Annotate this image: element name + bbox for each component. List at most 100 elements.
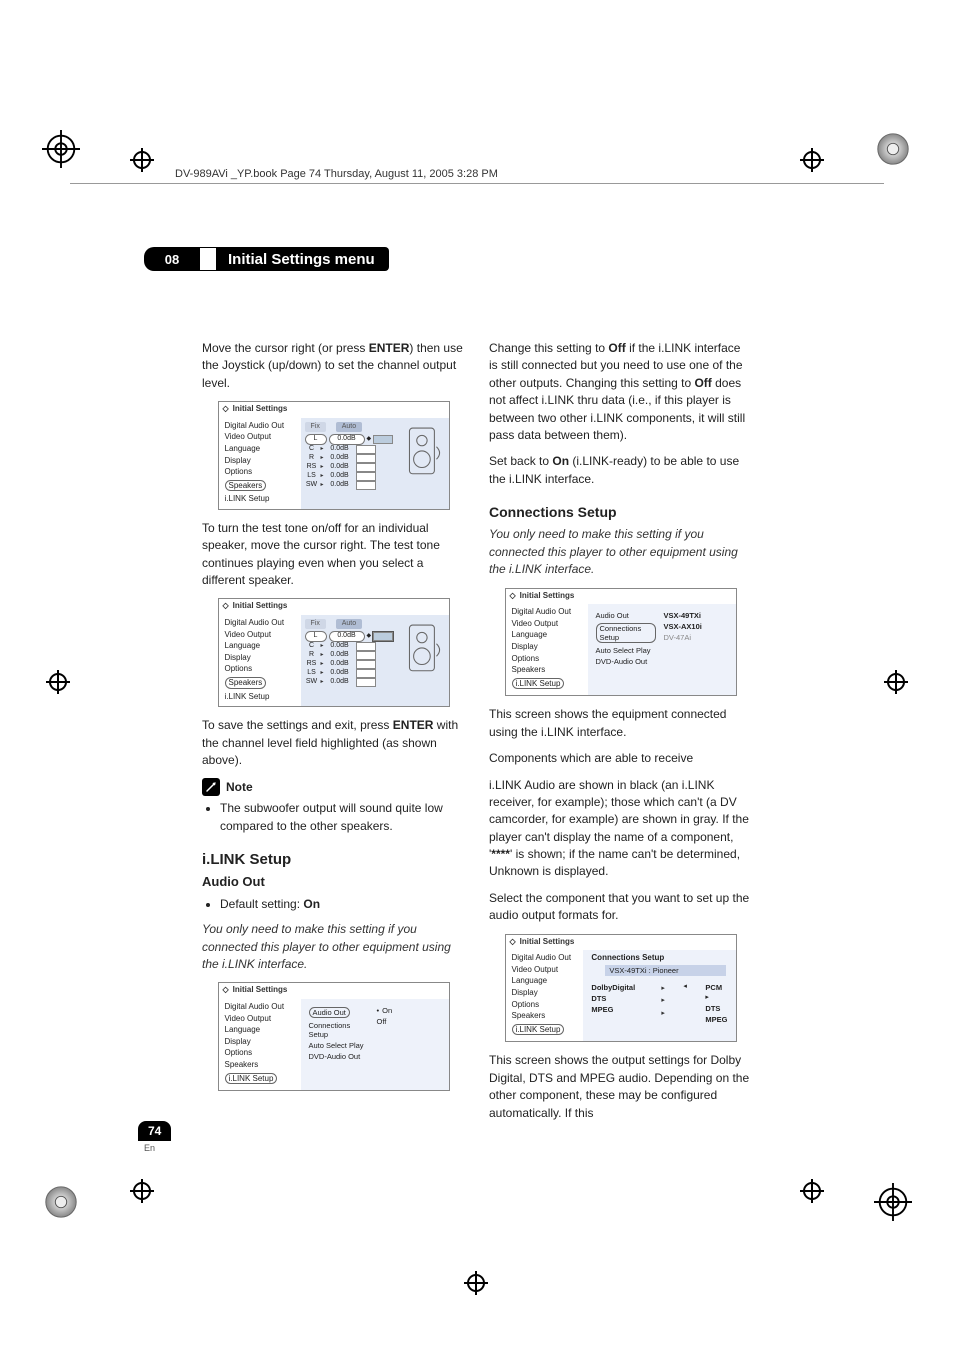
ch: RS: [305, 463, 319, 471]
lvl: 0.0dB: [326, 472, 354, 480]
sidebar-item: Digital Audio Out: [223, 420, 297, 432]
option-on: On: [382, 1006, 392, 1015]
fix-label: Fix: [305, 422, 326, 432]
right-p3: You only need to make this setting if yo…: [489, 526, 752, 578]
sidebar-item-selected: i.LINK Setup: [512, 1024, 565, 1036]
lvl: 0.0dB: [326, 660, 354, 668]
lvl: 0.0dB: [326, 463, 354, 471]
sidebar-item: Video Output: [510, 618, 584, 630]
auto-label: Auto: [336, 422, 362, 432]
cross-left: [46, 670, 70, 694]
cross-right: [884, 670, 908, 694]
subsection-audio-out: Audio Out: [202, 873, 465, 892]
sidebar-item: Language: [510, 629, 584, 641]
right-p5: Components which are able to receive: [489, 750, 752, 767]
header-filename: DV-989AVi _YP.book Page 74 Thursday, Aug…: [175, 168, 498, 180]
value-off: Off: [694, 376, 711, 390]
mini-sidebar: Digital Audio Out Video Output Language …: [219, 418, 301, 509]
regmark-bl: [42, 1183, 80, 1221]
left-p4: You only need to make this setting if yo…: [202, 921, 465, 973]
tt: [356, 669, 376, 678]
tt: [356, 642, 376, 651]
right-p1: Change this setting to Off if the i.LINK…: [489, 340, 752, 444]
lvl: 0.0dB: [326, 445, 354, 453]
sidebar-item-selected: i.LINK Setup: [512, 678, 565, 690]
cross-bottom: [464, 1271, 488, 1295]
right-p4: This screen shows the equipment connecte…: [489, 706, 752, 741]
left-p3: To save the settings and exit, press ENT…: [202, 717, 465, 769]
section-ilink-setup: i.LINK Setup: [202, 849, 465, 871]
fmt: PCM: [705, 983, 722, 992]
tt: [356, 651, 376, 660]
sidebar-item-selected: Speakers: [225, 480, 267, 492]
menu-item: DVD-Audio Out: [596, 656, 656, 667]
regmark-br: [874, 1183, 912, 1221]
right-column: Change this setting to Off if the i.LINK…: [489, 340, 752, 1131]
menu-item: Connections Setup: [309, 1020, 369, 1040]
conn-item-gray: DV-47Ai: [664, 632, 728, 643]
right-p6: i.LINK Audio are shown in black (an i.LI…: [489, 777, 752, 881]
fmt: DolbyDigital: [591, 983, 635, 992]
ch: R: [305, 454, 319, 462]
fmt: MPEG: [705, 1015, 727, 1024]
tt: [356, 463, 376, 472]
value-on: On: [303, 897, 320, 911]
sidebar-item: i.LINK Setup: [223, 691, 297, 703]
disc-icon: ◇: [223, 985, 229, 995]
mini-title: Initial Settings: [520, 937, 575, 947]
disc-icon: ◇: [223, 601, 229, 611]
fix-label: Fix: [305, 619, 326, 629]
sidebar-item: Options: [510, 999, 580, 1011]
chapter-bar: 08 Initial Settings menu: [144, 245, 389, 273]
tt: [356, 472, 376, 481]
sidebar-item: Display: [223, 455, 297, 467]
menu-item-selected: Connections Setup: [596, 623, 656, 643]
chapter-title: Initial Settings menu: [216, 247, 389, 271]
sidebar-item: Language: [223, 443, 297, 455]
sidebar-item-selected: i.LINK Setup: [225, 1073, 278, 1085]
sidebar-item: Video Output: [223, 1013, 297, 1025]
right-p7: Select the component that you want to se…: [489, 890, 752, 925]
fmt: MPEG: [591, 1005, 613, 1014]
mini-ilink-audio-out: ◇Initial Settings Digital Audio Out Vide…: [218, 982, 450, 1091]
left-p1: Move the cursor right (or press ENTER) t…: [202, 340, 465, 392]
sidebar-item: Video Output: [223, 629, 297, 641]
sidebar-item: Options: [223, 663, 297, 675]
ch: R: [305, 651, 319, 659]
sidebar-item: Display: [223, 1036, 297, 1048]
arrow-icon: [661, 1007, 675, 1019]
tt: [373, 435, 393, 444]
mini-title: Initial Settings: [233, 985, 288, 995]
disc-icon: ◇: [223, 404, 229, 414]
chapter-gap: [200, 247, 216, 271]
regmark-tr: [874, 130, 912, 168]
conn-item: VSX-AX10i: [664, 621, 728, 632]
disc-icon: ◇: [510, 937, 516, 947]
lvl: 0.0dB: [326, 454, 354, 462]
sidebar-item: Options: [223, 466, 297, 478]
tt: [373, 632, 393, 641]
enter-key: ENTER: [393, 718, 434, 732]
text: Move the cursor right (or press: [202, 341, 369, 355]
subsection-connections-setup: Connections Setup: [489, 502, 752, 522]
chapter-number: 08: [144, 247, 200, 271]
sidebar-item: Display: [510, 641, 584, 653]
lvl: 0.0dB: [326, 642, 354, 650]
menu-item: DVD-Audio Out: [309, 1051, 369, 1062]
ch: C: [305, 445, 319, 453]
sidebar-item: Language: [510, 975, 580, 987]
page-lang: En: [144, 1143, 171, 1153]
mini-title: Initial Settings: [233, 601, 288, 611]
conn-sub: VSX-49TXi : Pioneer: [605, 965, 725, 976]
cross-tl: [130, 148, 154, 172]
sidebar-item: Options: [223, 1047, 297, 1059]
tt: [356, 660, 376, 669]
fmt: DTS: [705, 1004, 720, 1013]
text: Default setting:: [220, 897, 303, 911]
ch: C: [305, 642, 319, 650]
page-footer: 74 En: [138, 1121, 171, 1153]
speaker-icon: [403, 426, 445, 480]
mini-title: Initial Settings: [233, 404, 288, 414]
stars: ****: [491, 847, 510, 861]
sidebar-item-selected: Speakers: [225, 677, 267, 689]
